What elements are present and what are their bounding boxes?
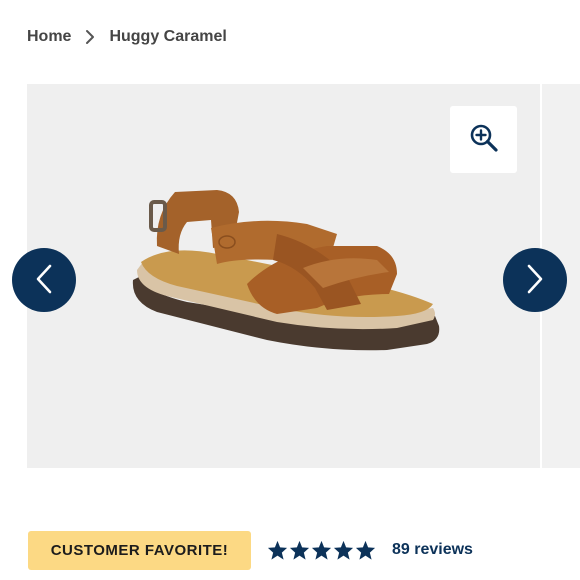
next-image-button[interactable] xyxy=(503,248,567,312)
star-icon xyxy=(333,540,354,560)
reviews-link[interactable]: 89 reviews xyxy=(392,541,473,559)
customer-favorite-badge: CUSTOMER FAVORITE! xyxy=(28,531,251,570)
breadcrumb: Home Huggy Caramel xyxy=(27,26,227,48)
chevron-right-icon xyxy=(85,29,95,45)
product-image[interactable] xyxy=(127,184,447,374)
star-icon xyxy=(355,540,376,560)
star-icon xyxy=(267,540,288,560)
breadcrumb-current: Huggy Caramel xyxy=(109,28,227,45)
badge-label: CUSTOMER FAVORITE! xyxy=(50,542,229,559)
zoom-in-icon xyxy=(469,123,499,156)
star-icon xyxy=(289,540,310,560)
previous-image-button[interactable] xyxy=(12,248,76,312)
breadcrumb-home-link[interactable]: Home xyxy=(27,28,71,46)
star-icon xyxy=(311,540,332,560)
rating-summary: 89 reviews xyxy=(267,538,473,562)
product-gallery xyxy=(12,84,580,468)
chevron-left-icon xyxy=(33,263,55,298)
zoom-button[interactable] xyxy=(450,106,517,173)
star-rating xyxy=(267,540,376,560)
chevron-right-icon xyxy=(524,263,546,298)
